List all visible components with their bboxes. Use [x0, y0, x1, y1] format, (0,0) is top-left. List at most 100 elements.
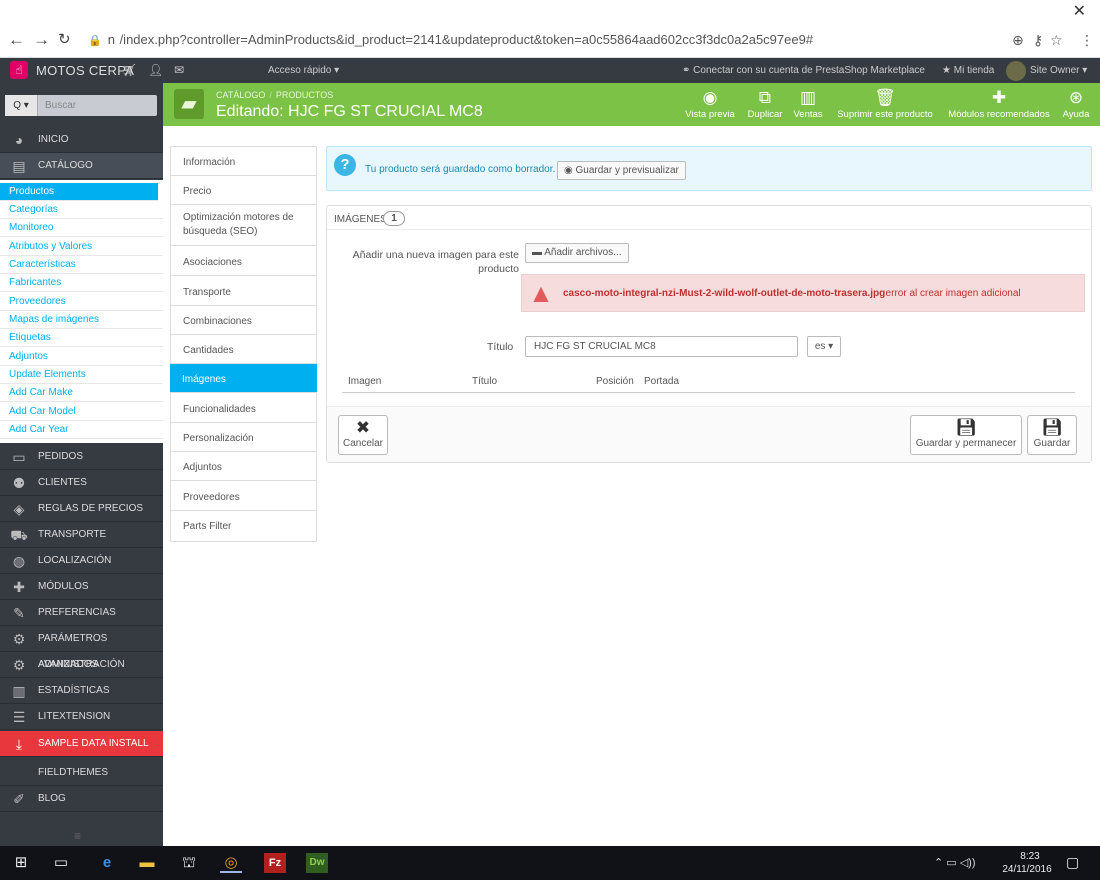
- sidebar-item-estadisticas[interactable]: ▥ ESTADÍSTICAS: [0, 678, 163, 704]
- preview-button[interactable]: ◉ Vista previa: [682, 89, 738, 123]
- sales-button[interactable]: ▥ Ventas: [790, 89, 826, 123]
- sidebar-item-pedidos[interactable]: ▭ PEDIDOS: [0, 444, 163, 470]
- tab-precio[interactable]: Precio: [171, 176, 316, 205]
- filezilla-icon[interactable]: Fz: [264, 853, 286, 873]
- sidebar-item-preferencias[interactable]: ✎ PREFERENCIAS: [0, 600, 163, 626]
- submenu-add-car-year[interactable]: Add Car Year: [0, 421, 163, 439]
- sidebar-item-localizacion[interactable]: ◍ LOCALIZACIÓN: [0, 548, 163, 574]
- breadcrumb-catalogo[interactable]: CATÁLOGO: [216, 90, 265, 100]
- error-filename: casco-moto-integral-nzi-Must-2-wild-wolf…: [563, 288, 886, 299]
- notification-icon[interactable]: ▢: [1066, 854, 1079, 871]
- tab-funcionalidades[interactable]: Funcionalidades: [171, 394, 316, 423]
- tab-combinaciones[interactable]: Combinaciones: [171, 306, 316, 335]
- submenu-productos[interactable]: Productos: [0, 183, 158, 201]
- puzzle-icon: ✚: [991, 88, 1007, 107]
- quick-access-menu[interactable]: Acceso rápido ▾: [268, 65, 339, 76]
- save-preview-button[interactable]: ◉ Guardar y previsualizar: [557, 161, 686, 180]
- shop-name[interactable]: MOTOS CERPA: [36, 63, 134, 78]
- tab-proveedores[interactable]: Proveedores: [171, 482, 316, 511]
- cancel-button[interactable]: ✖ Cancelar: [338, 415, 388, 455]
- marketplace-link[interactable]: ⚭ Conectar con su cuenta de PrestaShop M…: [682, 65, 925, 76]
- sidebar-item-litextension[interactable]: ☰ LITEXTENSION: [0, 704, 163, 730]
- save-and-stay-button[interactable]: 💾︎ Guardar y permanecer: [910, 415, 1022, 455]
- submenu-fabricantes[interactable]: Fabricantes: [0, 274, 163, 292]
- sidebar-item-modulos[interactable]: ✚ MÓDULOS: [0, 574, 163, 600]
- submenu-caracteristicas[interactable]: Características: [0, 256, 163, 274]
- sidebar-item-clientes[interactable]: ⚉ CLIENTES: [0, 470, 163, 496]
- sidebar-item-parametros-avanzados[interactable]: ⚙ PARÁMETROS AVANZADOS: [0, 626, 163, 670]
- submenu-monitoreo[interactable]: Monitoreo: [0, 219, 163, 237]
- submenu-add-car-model[interactable]: Add Car Model: [0, 403, 163, 421]
- sidebar-item-sample-data[interactable]: ⤓ SAMPLE DATA INSTALL: [0, 731, 163, 757]
- submenu-atributos[interactable]: Atributos y Valores: [0, 238, 163, 256]
- bookmark-star-icon[interactable]: ☆: [1050, 32, 1063, 49]
- help-button[interactable]: ⊛ Ayuda: [1059, 89, 1093, 123]
- tab-cantidades[interactable]: Cantidades: [171, 335, 316, 364]
- key-icon[interactable]: ⚷: [1033, 32, 1043, 49]
- image-title-input[interactable]: HJC FG ST CRUCIAL MC8: [525, 336, 798, 357]
- sidebar-item-catalogo[interactable]: ▤ CATÁLOGO: [0, 153, 163, 179]
- clock-date[interactable]: 24/11/2016: [996, 864, 1058, 875]
- submenu-adjuntos[interactable]: Adjuntos: [0, 348, 163, 366]
- system-tray[interactable]: ⌃ ▭ ◁)): [934, 856, 976, 869]
- floppy-disk-icon: 💾︎: [955, 418, 977, 437]
- zoom-icon[interactable]: ⊕: [1012, 32, 1024, 49]
- reload-icon[interactable]: ↻: [58, 30, 71, 48]
- tab-adjuntos[interactable]: Adjuntos: [171, 452, 316, 481]
- tab-imagenes[interactable]: Imágenes: [170, 364, 317, 393]
- search-input[interactable]: Buscar: [45, 100, 76, 111]
- sidebar-item-reglas-precios[interactable]: ◈ REGLAS DE PRECIOS: [0, 496, 163, 522]
- task-view-icon[interactable]: ▭: [50, 853, 72, 873]
- search-dropdown-button[interactable]: Q ▾: [5, 95, 38, 116]
- back-icon[interactable]: ←: [8, 30, 25, 50]
- collapse-menu-icon[interactable]: ≡: [74, 829, 81, 843]
- file-explorer-icon[interactable]: ▬: [136, 853, 158, 873]
- clock-time[interactable]: 8:23: [1010, 851, 1050, 862]
- store-icon[interactable]: ⛫: [178, 853, 200, 873]
- submenu-mapas[interactable]: Mapas de imágenes: [0, 311, 163, 329]
- stats-icon: ▥: [12, 683, 26, 699]
- submenu-update-elements[interactable]: Update Elements: [0, 366, 163, 384]
- user-icon[interactable]: 👤︎: [148, 63, 163, 77]
- breadcrumb-productos[interactable]: PRODUCTOS: [276, 90, 333, 100]
- prestashop-logo-icon[interactable]: ☝: [10, 61, 28, 79]
- language-dropdown[interactable]: es ▾: [807, 336, 841, 357]
- submenu-etiquetas[interactable]: Etiquetas: [0, 329, 163, 347]
- sidebar-search[interactable]: Q ▾ Buscar: [5, 95, 157, 116]
- address-bar[interactable]: 🔒 n /index.php?controller=AdminProducts&i…: [82, 28, 1067, 52]
- dreamweaver-icon[interactable]: Dw: [306, 853, 328, 873]
- duplicate-button[interactable]: ⧉ Duplicar: [743, 89, 787, 123]
- cart-icon[interactable]: 🛒︎: [122, 63, 137, 77]
- tab-asociaciones[interactable]: Asociaciones: [171, 247, 316, 276]
- my-shop-link[interactable]: ★ Mi tienda: [942, 65, 994, 76]
- submenu-categorias[interactable]: Categorías: [0, 201, 163, 219]
- bar-chart-icon: ▥: [799, 88, 817, 107]
- recommended-modules-button[interactable]: ✚ Módulos recomendados: [943, 89, 1055, 123]
- forward-icon[interactable]: →: [33, 30, 50, 50]
- sidebar-item-inicio[interactable]: ◕ INICIO: [0, 127, 163, 153]
- sidebar-item-fieldthemes[interactable]: FIELDTHEMES: [0, 760, 163, 786]
- sidebar-item-administracion[interactable]: ⚙ ADMINISTRACIÓN: [0, 652, 163, 678]
- submenu-proveedores[interactable]: Proveedores: [0, 293, 163, 311]
- edge-browser-icon[interactable]: e: [96, 853, 118, 873]
- chrome-icon[interactable]: ◎: [220, 853, 242, 873]
- tab-personalizacion[interactable]: Personalización: [171, 423, 316, 452]
- book-icon: ▰: [174, 89, 204, 119]
- tab-informacion[interactable]: Información: [171, 147, 316, 176]
- mail-icon[interactable]: ✉: [174, 63, 184, 77]
- tab-seo[interactable]: Optimización motores de búsqueda (SEO): [171, 205, 316, 246]
- windows-start-icon[interactable]: ⊞: [10, 853, 32, 873]
- submenu-add-car-make[interactable]: Add Car Make: [0, 384, 163, 402]
- add-files-button[interactable]: ▬ Añadir archivos...: [525, 243, 629, 263]
- sidebar-item-transporte[interactable]: ⛟ TRANSPORTE: [0, 522, 163, 548]
- sidebar-item-blog[interactable]: ✐ BLOG: [0, 786, 163, 812]
- menu-dots-icon[interactable]: ⋮: [1080, 32, 1094, 49]
- close-window-icon[interactable]: ✕: [1073, 1, 1086, 21]
- delete-product-button[interactable]: 🗑︎ Suprimir este producto: [831, 89, 939, 123]
- user-menu[interactable]: Site Owner ▾: [1030, 65, 1087, 76]
- save-button[interactable]: 💾︎ Guardar: [1027, 415, 1077, 455]
- tab-parts-filter[interactable]: Parts Filter: [171, 511, 316, 540]
- error-message: : error al crear imagen adicional: [880, 288, 1021, 299]
- tab-transporte[interactable]: Transporte: [171, 277, 316, 306]
- avatar[interactable]: [1006, 61, 1026, 81]
